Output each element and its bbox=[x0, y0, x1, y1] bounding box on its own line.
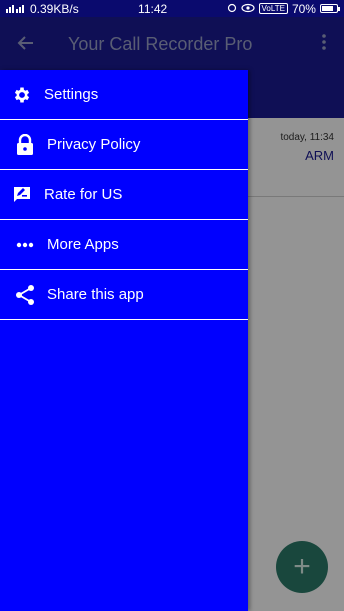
drawer-item-label: More Apps bbox=[47, 236, 119, 253]
alarm-icon bbox=[227, 2, 237, 16]
volte-badge: VoLTE bbox=[258, 3, 288, 14]
drawer-item-label: Rate for US bbox=[44, 186, 123, 203]
drawer-item-label: Share this app bbox=[47, 286, 144, 303]
battery-icon bbox=[319, 4, 340, 13]
drawer-item-share-this-app[interactable]: Share this app bbox=[0, 270, 248, 320]
more-horiz-icon bbox=[3, 242, 47, 248]
drawer-item-settings[interactable]: Settings bbox=[0, 70, 248, 120]
drawer-item-label: Privacy Policy bbox=[47, 136, 141, 153]
rate-review-icon bbox=[0, 185, 44, 205]
status-bar: 0.39KB/s 11:42 VoLTE 70% bbox=[0, 0, 344, 17]
drawer-item-privacy-policy[interactable]: Privacy Policy bbox=[0, 120, 248, 170]
share-icon bbox=[3, 284, 47, 306]
signal-icon bbox=[6, 2, 26, 16]
eye-icon bbox=[240, 2, 255, 16]
battery-percent: 70% bbox=[291, 1, 316, 16]
lock-icon bbox=[3, 133, 47, 156]
navigation-drawer: Settings Privacy Policy Rate for US More… bbox=[0, 70, 248, 611]
drawer-item-label: Settings bbox=[44, 86, 99, 103]
gear-icon bbox=[0, 85, 44, 105]
drawer-item-more-apps[interactable]: More Apps bbox=[0, 220, 248, 270]
drawer-item-rate-for-us[interactable]: Rate for US bbox=[0, 170, 248, 220]
status-time: 11:42 bbox=[138, 1, 168, 16]
network-speed: 0.39KB/s bbox=[30, 1, 79, 16]
